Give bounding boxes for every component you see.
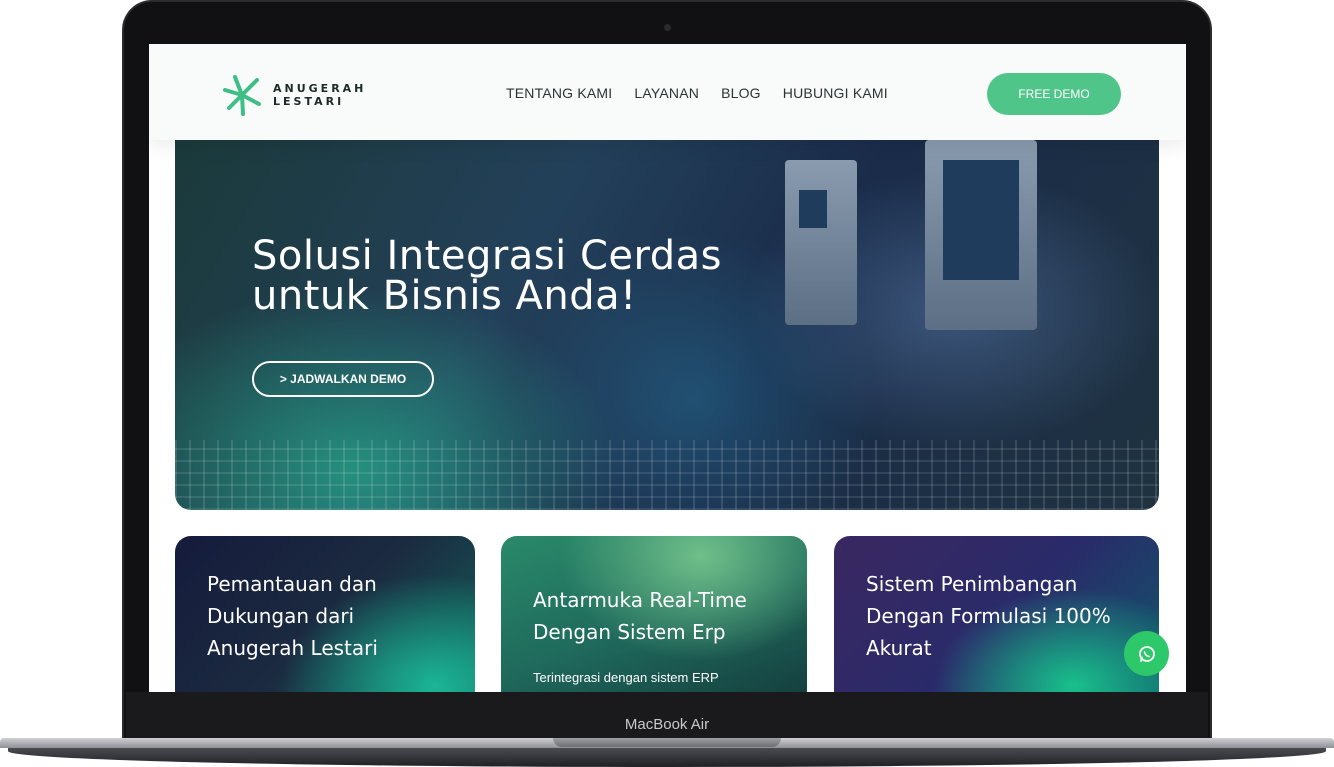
free-demo-button[interactable]: FREE DEMO <box>987 73 1121 115</box>
feature-card-erp[interactable]: Antarmuka Real-Time Dengan Sistem Erp Te… <box>501 536 807 692</box>
card-title: Antarmuka Real-Time Dengan Sistem Erp <box>533 588 747 644</box>
card-title: Sistem Penimbangan Dengan Formulasi 100%… <box>866 572 1111 660</box>
feature-card-weighing[interactable]: Sistem Penimbangan Dengan Formulasi 100%… <box>834 536 1159 692</box>
hero-banner: Solusi Integrasi Cerdas untuk Bisnis And… <box>175 140 1159 510</box>
card-text: Terintegrasi dengan sistem ERP <box>533 670 719 685</box>
feature-card-monitoring[interactable]: Pemantauan dan Dukungan dari Anugerah Le… <box>175 536 475 692</box>
anugerah-logo-icon <box>223 75 261 116</box>
floor-grating-image <box>175 440 1159 510</box>
logo-text: ANUGERAH LESTARI <box>273 82 366 108</box>
whatsapp-icon <box>1138 645 1155 662</box>
hero-title: Solusi Integrasi Cerdas untuk Bisnis And… <box>252 236 812 316</box>
hero-title-line-1: Solusi Integrasi Cerdas <box>252 233 722 279</box>
logo-line-1: ANUGERAH <box>273 82 367 95</box>
device-model-label: MacBook Air <box>624 716 710 733</box>
schedule-demo-button[interactable]: > JADWALKAN DEMO <box>252 361 434 397</box>
card-title: Pemantauan dan Dukungan dari Anugerah Le… <box>207 572 378 660</box>
nav-blog[interactable]: BLOG <box>721 85 761 101</box>
laptop-base <box>0 738 1334 767</box>
whatsapp-button[interactable] <box>1124 631 1169 676</box>
nav-hubungi-kami[interactable]: HUBUNGI KAMI <box>783 85 888 101</box>
site-header: ANUGERAH LESTARI TENTANG KAMI LAYANAN BL… <box>149 44 1186 140</box>
nav-layanan[interactable]: LAYANAN <box>634 85 699 101</box>
lid-notch <box>553 738 781 747</box>
nav-tentang-kami[interactable]: TENTANG KAMI <box>506 85 612 101</box>
browser-screen: ANUGERAH LESTARI TENTANG KAMI LAYANAN BL… <box>149 44 1186 692</box>
camera-icon <box>664 24 671 31</box>
control-panel-image <box>925 140 1037 330</box>
main-nav: TENTANG KAMI LAYANAN BLOG HUBUNGI KAMI <box>506 85 888 101</box>
logo-line-2: LESTARI <box>273 95 345 108</box>
hero-title-line-2: untuk Bisnis Anda! <box>252 273 637 319</box>
logo[interactable]: ANUGERAH LESTARI <box>221 74 366 116</box>
